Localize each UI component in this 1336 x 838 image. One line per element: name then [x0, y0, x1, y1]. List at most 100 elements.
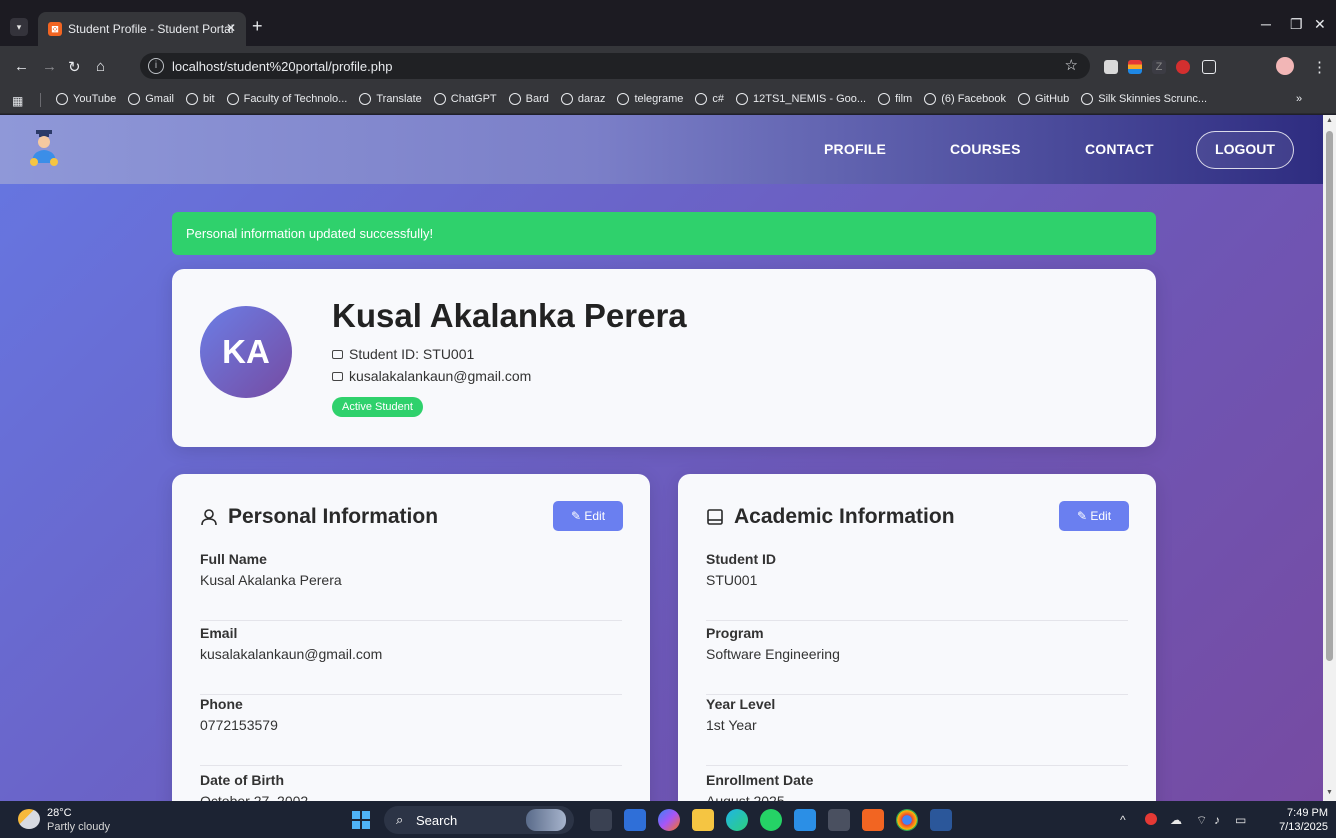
file-explorer-icon[interactable]	[692, 809, 714, 831]
edge-browser-icon[interactable]	[726, 809, 748, 831]
battery-icon[interactable]: ▭	[1235, 813, 1246, 827]
tab-close-icon[interactable]: ✕	[226, 21, 236, 35]
volume-icon[interactable]: ♪	[1214, 813, 1220, 827]
back-icon[interactable]: ←	[14, 58, 29, 75]
flag-extension-icon[interactable]	[1128, 60, 1142, 74]
clock-date: 7/13/2025	[1279, 821, 1328, 833]
camera-extension-icon[interactable]	[1104, 60, 1118, 74]
logout-button[interactable]: LOGOUT	[1196, 131, 1294, 169]
terminal-icon[interactable]	[828, 809, 850, 831]
field-enrollment-date: Enrollment Date August 2025	[706, 772, 1128, 801]
bookmark-item[interactable]: c#	[695, 93, 724, 105]
new-tab-icon[interactable]: +	[252, 16, 263, 37]
wv-extension-icon[interactable]	[1176, 60, 1190, 74]
globe-icon	[56, 93, 68, 105]
profile-avatar-icon[interactable]	[1276, 57, 1294, 75]
field-label: Student ID	[706, 551, 776, 567]
browser-tab-active[interactable]: ⊠ Student Profile - Student Portal ✕	[38, 12, 246, 46]
edit-personal-button[interactable]: ✎ Edit	[553, 501, 623, 531]
reload-icon[interactable]: ↻	[68, 58, 81, 76]
bookmark-item[interactable]: daraz	[560, 93, 605, 105]
edit-academic-button[interactable]: ✎ Edit	[1059, 501, 1129, 531]
nav-contact-link[interactable]: CONTACT	[1085, 141, 1154, 157]
bookmark-item[interactable]: 12TS1_NEMIS - Goo...	[735, 93, 866, 105]
field-value: 0772153579	[200, 717, 278, 733]
student-graduate-logo-icon[interactable]	[28, 129, 60, 167]
search-icon: ⌕	[396, 812, 404, 827]
globe-icon	[617, 93, 630, 105]
scrollbar-thumb[interactable]	[1326, 131, 1333, 661]
z-extension-icon[interactable]: Z	[1152, 60, 1166, 74]
bookmark-item[interactable]: YouTube	[56, 93, 116, 105]
tray-overflow-icon[interactable]: ^	[1120, 813, 1126, 827]
field-label: Date of Birth	[200, 772, 284, 788]
apps-grid-icon[interactable]: ▦	[12, 94, 23, 108]
bookmark-item[interactable]: (6) Facebook	[924, 93, 1006, 105]
page-scrollbar[interactable]: ▲ ▼	[1323, 115, 1336, 801]
word-icon[interactable]	[930, 809, 952, 831]
field-value: STU001	[706, 572, 758, 588]
globe-icon	[508, 93, 521, 105]
weather-partly-cloudy-icon[interactable]	[18, 809, 40, 829]
browser-toolbar: ← → ↻ ⌂ i localhost/student%20portal/pro…	[0, 46, 1336, 86]
home-icon[interactable]: ⌂	[96, 58, 105, 75]
academic-section-title: Academic Information	[706, 505, 955, 529]
bookmark-item[interactable]: bit	[185, 93, 215, 105]
windows-start-icon[interactable]	[352, 811, 370, 829]
nav-profile-link[interactable]: PROFILE	[824, 141, 886, 157]
scroll-down-icon[interactable]: ▼	[1326, 789, 1333, 796]
field-value: October 27, 2002	[200, 793, 309, 801]
copilot-icon[interactable]	[658, 809, 680, 831]
bookmark-label: film	[895, 93, 913, 105]
bookmark-item[interactable]: ChatGPT	[433, 93, 497, 105]
globe-icon	[924, 93, 937, 105]
profile-header-card: KA Kusal Akalanka Perera Student ID: STU…	[172, 269, 1156, 447]
search-highlight-icon[interactable]	[526, 809, 566, 831]
bookmark-item[interactable]: film	[878, 93, 912, 105]
globe-icon	[185, 93, 198, 105]
tray-app-icon[interactable]	[1145, 813, 1157, 825]
field-label: Year Level	[706, 696, 776, 712]
task-view-icon[interactable]	[590, 809, 612, 831]
bookmark-item[interactable]: Bard	[508, 93, 549, 105]
weather-description[interactable]: Partly cloudy	[47, 821, 110, 833]
restore-icon[interactable]: ❐	[1290, 16, 1303, 33]
bookmark-label: Faculty of Technolo...	[243, 93, 348, 105]
field-value: August 2025	[706, 793, 785, 801]
windows-taskbar: 28°C Partly cloudy ⌕ Search ^ ☁ ⌔ ♪ ▭ 7:…	[0, 801, 1336, 838]
nav-courses-link[interactable]: COURSES	[950, 141, 1021, 157]
bookmark-item[interactable]: telegrame	[617, 93, 683, 105]
bookmark-star-icon[interactable]: ☆	[1065, 56, 1078, 74]
bookmark-item[interactable]: Faculty of Technolo...	[226, 93, 348, 105]
globe-icon	[735, 93, 748, 105]
tab-title: Student Profile - Student Portal	[68, 22, 234, 36]
avatar: KA	[200, 306, 292, 398]
system-clock[interactable]: 7:49 PM 7/13/2025	[1268, 806, 1328, 834]
close-window-icon[interactable]: ✕	[1314, 16, 1326, 33]
field-date-of-birth: Date of Birth October 27, 2002	[200, 772, 622, 801]
bookmark-item[interactable]: GitHub	[1018, 93, 1069, 105]
tray-cloud-icon[interactable]: ☁	[1170, 813, 1182, 827]
xampp-icon[interactable]	[862, 809, 884, 831]
globe-icon	[359, 93, 372, 105]
weather-temperature[interactable]: 28°C	[47, 807, 72, 819]
site-info-icon[interactable]: i	[148, 58, 164, 74]
forward-icon[interactable]: →	[42, 58, 57, 75]
chrome-icon[interactable]	[896, 809, 918, 831]
minimize-icon[interactable]: ─	[1261, 16, 1271, 32]
wifi-icon[interactable]: ⌔	[1196, 813, 1207, 828]
bookmark-item[interactable]: Silk Skinnies Scrunc...	[1081, 93, 1207, 105]
extensions-puzzle-icon[interactable]	[1202, 60, 1216, 74]
bookmark-item[interactable]: Translate	[359, 93, 422, 105]
address-bar[interactable]: i localhost/student%20portal/profile.php…	[140, 53, 1090, 79]
tab-search-icon[interactable]: ▾	[10, 18, 28, 36]
bookmark-item[interactable]: Gmail	[128, 93, 174, 105]
whatsapp-icon[interactable]	[760, 809, 782, 831]
scroll-up-icon[interactable]: ▲	[1326, 117, 1333, 124]
gallery-app-icon[interactable]	[624, 809, 646, 831]
bookmarks-overflow-icon[interactable]: »	[1296, 93, 1302, 105]
field-email: Email kusalakalankaun@gmail.com	[200, 625, 622, 695]
browser-menu-icon[interactable]: ⋮	[1312, 58, 1327, 76]
success-alert: Personal information updated successfull…	[172, 212, 1156, 255]
vscode-icon[interactable]	[794, 809, 816, 831]
